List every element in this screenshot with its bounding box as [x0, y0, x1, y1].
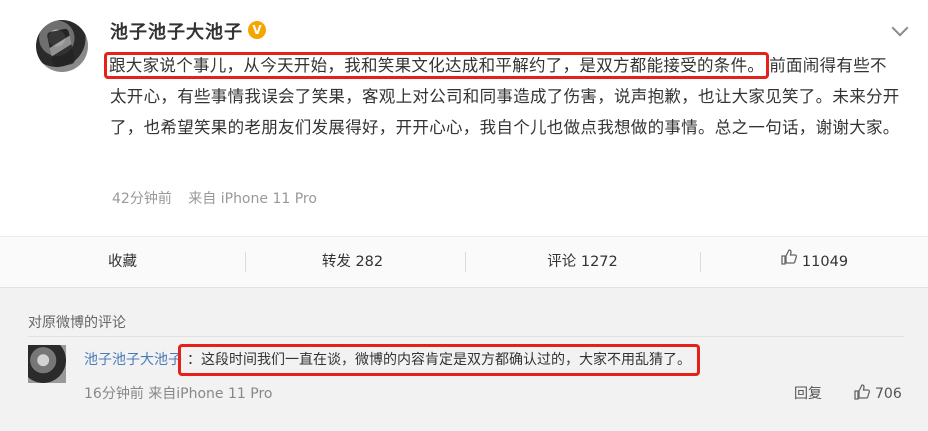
action-bar: 收藏 转发 282 评论 1272 11049	[0, 236, 928, 288]
like-button[interactable]: 11049	[700, 237, 928, 287]
comment-meta: 16分钟前 来自iPhone 11 Pro	[84, 383, 272, 403]
verified-badge-icon: V	[248, 21, 266, 39]
avatar[interactable]	[36, 20, 88, 72]
weibo-post: 池子池子大池子 V 跟大家说个事儿，从今天开始，我和笑果文化达成和平解约了，是双…	[0, 0, 928, 236]
comment-button[interactable]: 评论 1272	[460, 237, 705, 287]
comments-heading: 对原微博的评论	[28, 315, 126, 331]
post-content: 跟大家说个事儿，从今天开始，我和笑果文化达成和平解约了，是双方都能接受的条件。前…	[104, 50, 900, 143]
post-meta: 42分钟前 来自 iPhone 11 Pro	[112, 188, 329, 208]
like-count: 11049	[801, 254, 849, 270]
comments-section: 对原微博的评论 池子池子大池子 ：这段时间我们一直在谈，微博的内容肯定是双方都确认…	[0, 287, 928, 431]
post-time[interactable]: 42分钟前	[112, 191, 172, 207]
comment-avatar[interactable]	[28, 345, 66, 383]
comment-body: 池子池子大池子 ：这段时间我们一直在谈，微博的内容肯定是双方都确认过的，大家不用乱…	[84, 344, 700, 376]
comment-like-button[interactable]: 706	[853, 383, 902, 405]
reply-button[interactable]: 回复	[794, 383, 822, 403]
comment-separator: ：	[187, 352, 201, 368]
comment-username[interactable]: 池子池子大池子	[84, 352, 182, 368]
repost-button[interactable]: 转发 282	[230, 237, 475, 287]
chevron-down-icon[interactable]	[891, 19, 909, 37]
comment-text: 这段时间我们一直在谈，微博的内容肯定是双方都确认过的，大家不用乱猜了。	[201, 352, 691, 368]
divider	[28, 336, 904, 337]
comment-source: 来自iPhone 11 Pro	[148, 386, 273, 402]
highlighted-comment: ：这段时间我们一直在谈，微博的内容肯定是双方都确认过的，大家不用乱猜了。	[178, 344, 700, 376]
thumbs-up-icon	[780, 237, 798, 287]
post-source: 来自 iPhone 11 Pro	[188, 191, 317, 207]
thumbs-up-icon	[853, 383, 871, 405]
comment-time: 16分钟前	[84, 386, 144, 402]
favorite-button[interactable]: 收藏	[0, 237, 245, 287]
highlighted-sentence: 跟大家说个事儿，从今天开始，我和笑果文化达成和平解约了，是双方都能接受的条件。	[104, 52, 770, 79]
comment-like-count: 706	[875, 386, 902, 402]
post-username[interactable]: 池子池子大池子	[110, 18, 243, 44]
